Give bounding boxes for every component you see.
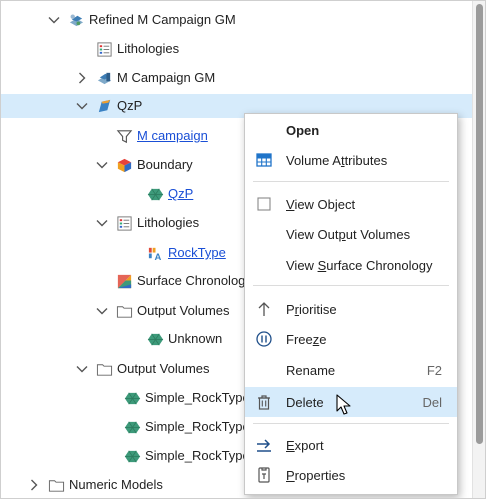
tree-label: Refined M Campaign GM <box>89 12 236 27</box>
folder-icon <box>95 360 113 378</box>
tree-label: Lithologies <box>117 41 180 56</box>
checkbox-icon[interactable] <box>254 194 274 214</box>
tree-label: Unknown <box>168 331 223 346</box>
chevron-down-icon[interactable] <box>75 362 89 376</box>
chevron-down-icon[interactable] <box>95 216 109 230</box>
folder-icon <box>47 476 65 494</box>
menu-item-prioritise[interactable]: Prioritise <box>245 294 457 324</box>
chevron-right-icon[interactable] <box>27 478 41 492</box>
folder-icon <box>115 302 133 320</box>
tree-label: Boundary <box>137 157 193 172</box>
tree-label: M Campaign GM <box>117 70 216 85</box>
geological-model-icon <box>95 69 113 87</box>
chevron-right-icon[interactable] <box>75 71 89 85</box>
menu-item-volume-attributes[interactable]: Volume Attributes <box>245 145 457 175</box>
arrow-up-icon <box>254 299 274 319</box>
menu-separator <box>253 285 449 286</box>
chevron-down-icon[interactable] <box>95 158 109 172</box>
tree-row-m-campaign-gm[interactable]: M Campaign GM <box>1 66 485 90</box>
scrollbar-thumb[interactable] <box>476 4 483 444</box>
chevron-down-icon[interactable] <box>47 13 61 27</box>
tree-label: Lithologies <box>137 215 200 230</box>
shortcut-key: F2 <box>426 362 442 378</box>
tree-link-label[interactable]: RockType <box>168 241 226 265</box>
geological-model-icon <box>67 11 85 29</box>
menu-item-rename[interactable]: Rename F2 <box>245 355 457 385</box>
svg-text:A: A <box>154 252 161 262</box>
properties-icon <box>254 465 274 485</box>
menu-item-properties[interactable]: Properties <box>245 460 457 490</box>
table-grid-icon <box>254 150 274 170</box>
menu-item-view-output-volumes[interactable]: View Output Volumes <box>245 219 457 249</box>
tree-label: Surface Chronology <box>137 273 252 288</box>
shortcut-key: Del <box>422 394 442 410</box>
tree-label: Simple_RockType <box>145 419 250 434</box>
menu-item-view-surface-chronology[interactable]: View Surface Chronology <box>245 250 457 280</box>
volume-mesh-icon <box>123 418 141 436</box>
surface-chronology-icon <box>115 272 133 290</box>
boundary-cube-icon <box>115 156 133 174</box>
tree-row-lithologies[interactable]: Lithologies <box>1 37 485 61</box>
funnel-filter-icon <box>115 127 133 145</box>
tree-label: Output Volumes <box>137 303 230 318</box>
category-column-icon: A <box>146 244 164 262</box>
context-menu: Open Volume Attributes View Object View … <box>244 113 458 495</box>
pause-circle-icon <box>254 329 274 349</box>
tree-label: QzP <box>117 98 143 113</box>
tree-label: Numeric Models <box>69 477 163 492</box>
menu-item-freeze[interactable]: Freeze <box>245 324 457 354</box>
menu-item-export[interactable]: Export <box>245 430 457 460</box>
menu-separator <box>253 181 449 182</box>
volume-mesh-icon <box>123 389 141 407</box>
surface-mesh-icon <box>146 185 164 203</box>
lithologies-list-icon <box>95 40 113 58</box>
menu-item-view-object[interactable]: View Object <box>245 189 457 219</box>
vein-icon <box>95 97 113 115</box>
tree-label: Output Volumes <box>117 361 210 376</box>
volume-mesh-icon <box>123 447 141 465</box>
volume-mesh-icon <box>146 330 164 348</box>
tree-link-label[interactable]: M campaign <box>137 124 208 148</box>
tree-link-label[interactable]: QzP <box>168 182 193 206</box>
menu-separator <box>253 423 449 424</box>
menu-item-open[interactable]: Open <box>245 115 457 145</box>
vertical-scrollbar[interactable] <box>472 1 485 498</box>
trash-icon <box>254 392 274 412</box>
tree-label: Simple_RockType <box>145 448 250 463</box>
chevron-down-icon[interactable] <box>95 304 109 318</box>
mouse-pointer-icon <box>336 394 351 415</box>
chevron-down-icon[interactable] <box>75 99 89 113</box>
export-arrow-icon <box>254 435 274 455</box>
project-tree-panel: Refined M Campaign GM Lithologies M Camp… <box>0 0 486 499</box>
tree-row-refined-m-campaign-gm[interactable]: Refined M Campaign GM <box>1 8 485 32</box>
tree-label: Simple_RockType <box>145 390 250 405</box>
lithologies-list-icon <box>115 214 133 232</box>
